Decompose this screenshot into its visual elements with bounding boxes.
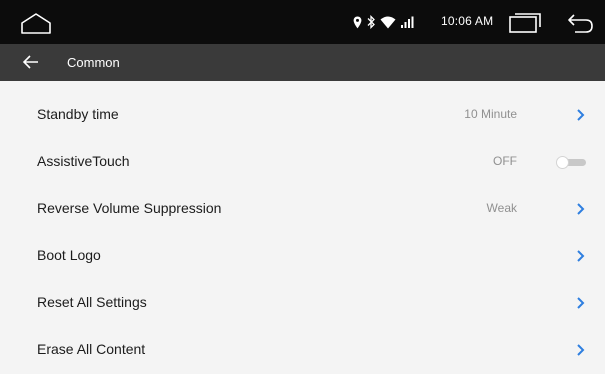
page-title: Common: [67, 55, 120, 70]
location-icon: [353, 16, 362, 28]
chevron-right-icon: [577, 344, 585, 356]
setting-label: Reset All Settings: [37, 294, 147, 310]
wifi-icon: [380, 16, 396, 28]
setting-label: AssistiveTouch: [37, 153, 130, 169]
status-bar: 10:06 AM: [0, 0, 605, 44]
setting-label: Boot Logo: [37, 247, 101, 263]
chevron-right-icon: [577, 203, 585, 215]
signal-icon: [401, 16, 414, 28]
setting-label: Erase All Content: [37, 341, 146, 357]
setting-label: Standby time: [37, 106, 119, 122]
toggle-knob: [556, 156, 569, 169]
clock: 10:06 AM: [441, 14, 494, 28]
settings-list: Standby time 10 Minute AssistiveTouch OF…: [0, 92, 605, 374]
home-icon[interactable]: [20, 12, 52, 34]
setting-reverse-volume-suppression[interactable]: Reverse Volume Suppression Weak: [0, 186, 605, 233]
assistive-touch-toggle[interactable]: [556, 156, 586, 169]
setting-value: 10 Minute: [464, 107, 517, 121]
setting-value: Weak: [486, 201, 517, 215]
title-bar: Common: [0, 44, 605, 81]
recents-icon[interactable]: [508, 13, 542, 33]
chevron-right-icon: [577, 297, 585, 309]
arrow-left-icon[interactable]: [22, 53, 40, 71]
setting-standby-time[interactable]: Standby time 10 Minute: [0, 92, 605, 139]
setting-value: OFF: [493, 154, 517, 168]
chevron-right-icon: [577, 250, 585, 262]
bluetooth-icon: [367, 15, 375, 29]
chevron-right-icon: [577, 109, 585, 121]
setting-erase-all-content[interactable]: Erase All Content: [0, 327, 605, 374]
status-icons: [353, 12, 414, 32]
setting-boot-logo[interactable]: Boot Logo: [0, 233, 605, 280]
setting-label: Reverse Volume Suppression: [37, 200, 222, 216]
back-icon[interactable]: [566, 12, 594, 34]
setting-reset-all-settings[interactable]: Reset All Settings: [0, 280, 605, 327]
setting-assistive-touch: AssistiveTouch OFF: [0, 139, 605, 186]
